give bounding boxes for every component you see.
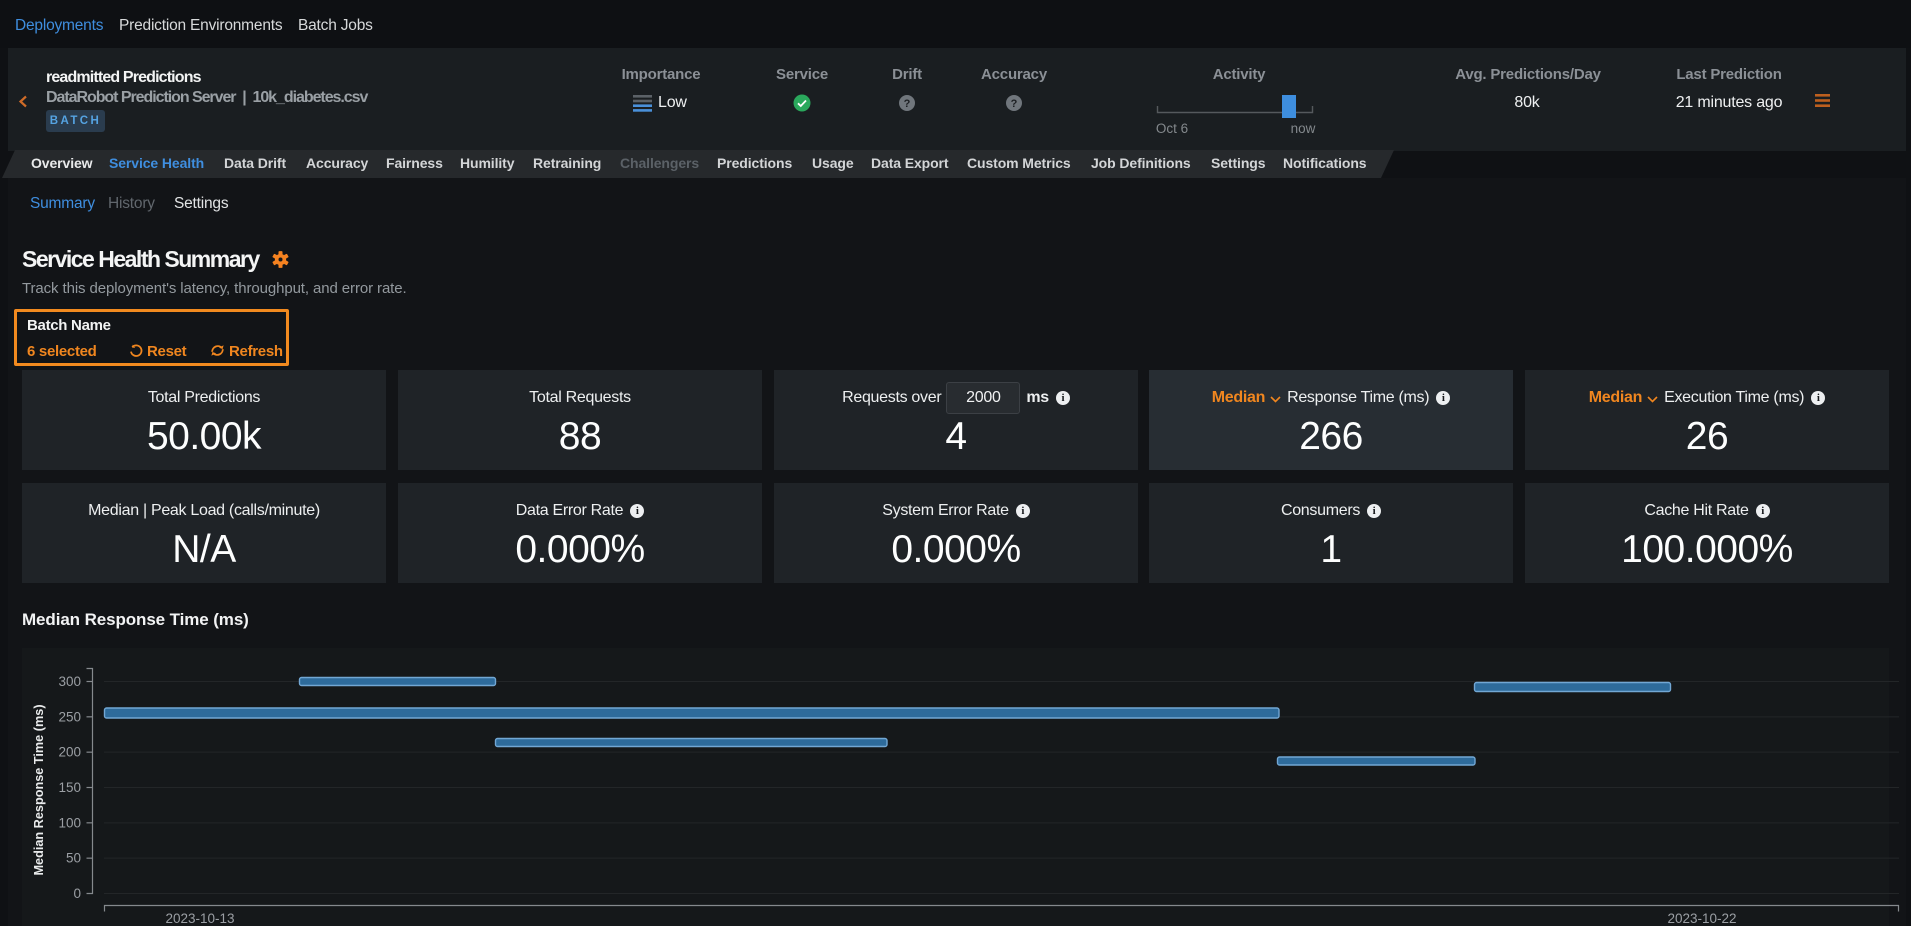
svg-text:100: 100 <box>58 815 81 830</box>
svg-text:2023-10-13: 2023-10-13 <box>165 911 234 926</box>
svg-text:Median Response Time (ms): Median Response Time (ms) <box>32 704 46 875</box>
svg-text:300: 300 <box>58 674 81 689</box>
svg-text:?: ? <box>1011 98 1018 110</box>
svg-text:50: 50 <box>66 851 81 866</box>
svg-text:0: 0 <box>73 886 81 901</box>
svg-text:200: 200 <box>58 745 81 760</box>
svg-text:150: 150 <box>58 780 81 795</box>
svg-text:?: ? <box>904 98 911 110</box>
svg-text:250: 250 <box>58 709 81 724</box>
svg-text:2023-10-22: 2023-10-22 <box>1667 911 1736 926</box>
